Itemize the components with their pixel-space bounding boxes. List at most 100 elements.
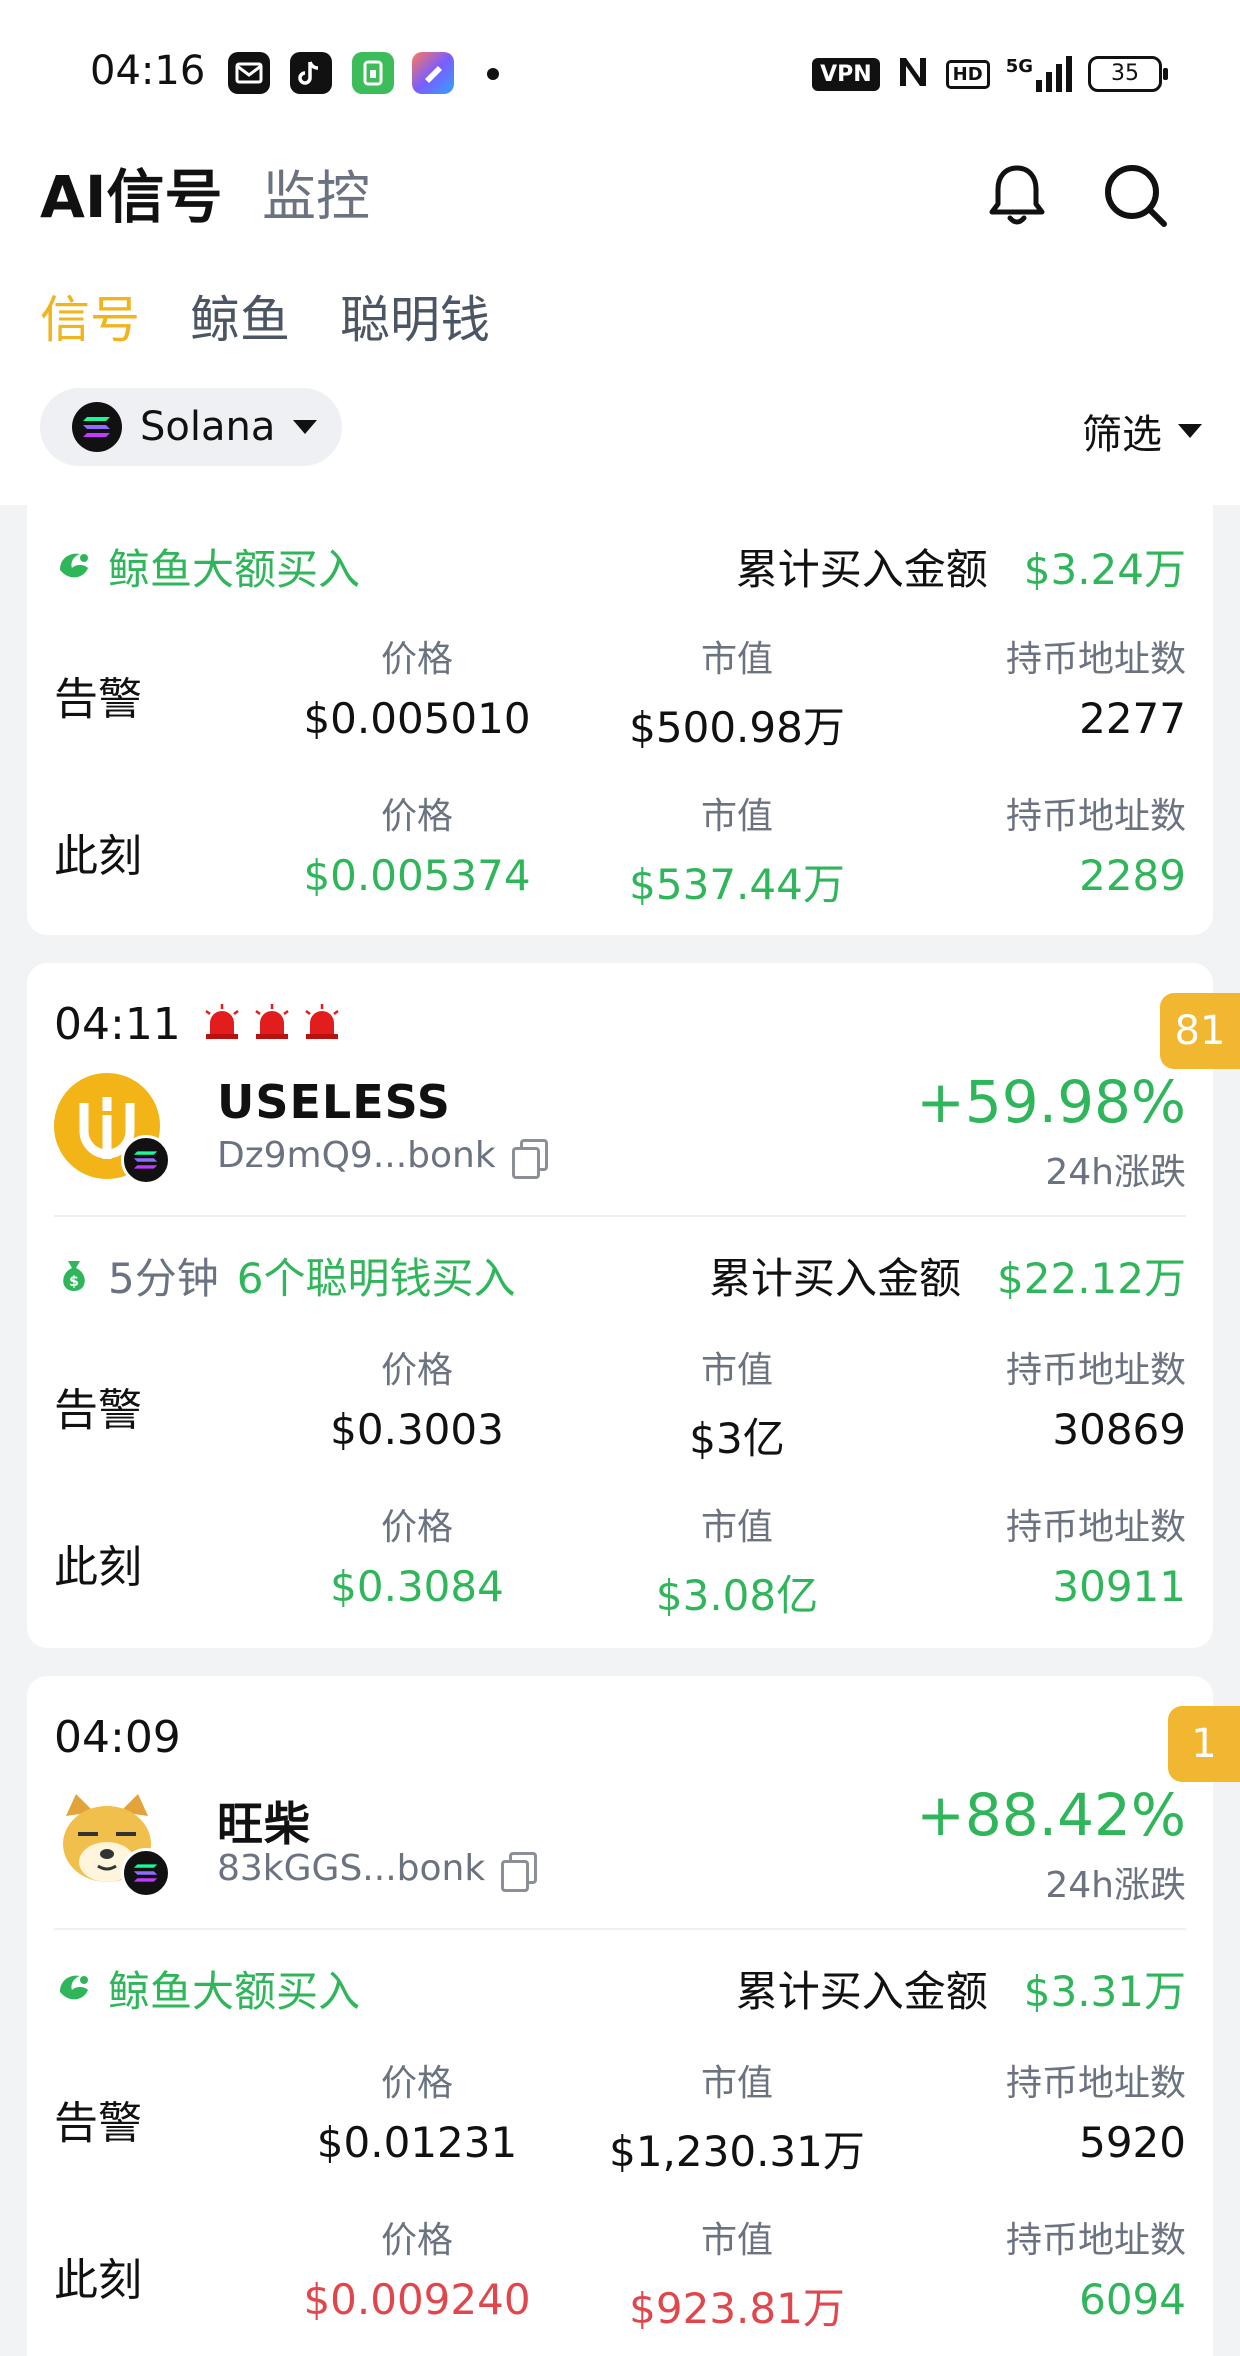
now-metrics: 此刻 价格 $0.005374 市值 $537.44万 持币地址数 2289 xyxy=(27,787,1213,917)
change-label: 24h涨跌 xyxy=(1045,1865,1186,1906)
search-icon[interactable] xyxy=(1100,160,1172,232)
holders-label: 持币地址数 xyxy=(1005,2063,1186,2104)
now-label: 此刻 xyxy=(54,831,142,882)
price-label: 价格 xyxy=(380,2063,453,2104)
holders-label: 持币地址数 xyxy=(1005,1507,1186,1548)
price-label: 价格 xyxy=(380,796,453,837)
price-col: 价格 $0.005010 xyxy=(287,630,547,743)
mcap-label: 市值 xyxy=(700,639,773,680)
holders-col: 持币地址数 2289 xyxy=(926,787,1186,900)
signal-card[interactable]: 04:11 81 USELESS Dz9mQ9...bonk +59.98% 2… xyxy=(27,963,1240,1648)
signal-row: 鲸鱼大额买入 累计买入金额 $3.24万 xyxy=(54,536,1186,596)
total-buy-label: 累计买入金额 xyxy=(735,544,988,594)
signal-time: 04:11 xyxy=(54,999,181,1050)
now-holders: 6094 xyxy=(1079,2275,1186,2324)
alert-metrics: 告警 价格 $0.3003 市值 $3亿 持币地址数 30869 xyxy=(27,1341,1213,1471)
filter-button[interactable]: 筛选 xyxy=(1082,402,1202,460)
token-name[interactable]: 旺柴 xyxy=(217,1788,311,1854)
hd-badge: HD xyxy=(945,59,990,89)
alert-mcap: $500.98万 xyxy=(629,703,845,752)
rank-badge: 81 xyxy=(1160,993,1240,1069)
status-indicators: VPN HD 5G 35 xyxy=(812,54,1168,94)
mcap-col: 市值 $500.98万 xyxy=(607,630,867,755)
mcap-col: 市值 $3亿 xyxy=(607,1341,867,1466)
token-address: 83kGGS...bonk xyxy=(217,1848,538,1892)
divider xyxy=(54,1215,1186,1217)
holders-col: 持币地址数 2277 xyxy=(926,630,1186,743)
alert-metrics: 告警 价格 $0.005010 市值 $500.98万 持币地址数 2277 xyxy=(27,630,1213,760)
now-mcap: $3.08亿 xyxy=(655,1571,819,1620)
tab-whale[interactable]: 鲸鱼 xyxy=(190,280,290,352)
price-label: 价格 xyxy=(380,639,453,680)
status-time: 04:16 xyxy=(90,48,206,94)
alert-holders: 2277 xyxy=(1079,694,1186,743)
siren-icon xyxy=(252,1003,292,1041)
now-price: $0.009240 xyxy=(303,2275,531,2324)
whale-icon xyxy=(54,1968,94,2008)
signal-card[interactable]: 04:09 1 旺柴 83kGGS...bonk +88.42% 24h涨跌 鲸… xyxy=(27,1676,1240,2356)
signal-time: 04:09 xyxy=(54,1712,181,1763)
signal-window: 5分钟 xyxy=(108,1253,219,1303)
signal-row: $ 5分钟 6个聪明钱买入 累计买入金额 $22.12万 xyxy=(54,1245,1186,1305)
now-mcap: $923.81万 xyxy=(629,2284,845,2333)
price-change: +59.98% xyxy=(916,1068,1186,1136)
now-label: 此刻 xyxy=(54,1542,142,1593)
now-metrics: 此刻 价格 $0.3084 市值 $3.08亿 持币地址数 30911 xyxy=(27,1498,1213,1628)
holders-col: 持币地址数 5920 xyxy=(926,2054,1186,2167)
alert-metrics: 告警 价格 $0.01231 市值 $1,230.31万 持币地址数 5920 xyxy=(27,2054,1213,2184)
holders-col: 持币地址数 30869 xyxy=(926,1341,1186,1454)
battery-icon: 35 xyxy=(1088,56,1168,92)
address-text: 83kGGS...bonk xyxy=(217,1848,486,1889)
now-holders: 2289 xyxy=(1079,851,1186,900)
alert-price: $0.005010 xyxy=(303,694,531,743)
copy-icon[interactable] xyxy=(501,1851,538,1892)
price-label: 价格 xyxy=(380,2220,453,2261)
network-label: 5G xyxy=(1005,56,1033,77)
mcap-col: 市值 $3.08亿 xyxy=(607,1498,867,1623)
mail-icon xyxy=(228,52,270,94)
signal-tag: 鲸鱼大额买入 xyxy=(108,544,361,594)
price-change: +88.42% xyxy=(916,1781,1186,1849)
total-buy-value: $3.24万 xyxy=(1023,544,1186,594)
alert-label: 告警 xyxy=(54,1385,142,1436)
vpn-badge: VPN xyxy=(812,57,880,91)
app-header: AI信号 监控 信号 鲸鱼 聪明钱 Solana 筛选 xyxy=(0,130,1240,505)
token-name[interactable]: USELESS xyxy=(217,1075,451,1129)
status-bar: 04:16 VPN HD 5G 35 xyxy=(0,0,1240,130)
alert-label: 告警 xyxy=(54,674,142,725)
signal-card[interactable]: 鲸鱼大额买入 累计买入金额 $3.24万 告警 价格 $0.005010 市值 $5… xyxy=(27,505,1213,935)
tab-signal[interactable]: 信号 xyxy=(40,280,140,352)
signal-tabs: 信号 鲸鱼 聪明钱 xyxy=(40,280,490,352)
now-mcap: $537.44万 xyxy=(629,860,845,909)
price-col: 价格 $0.3084 xyxy=(287,1498,547,1611)
divider xyxy=(54,1928,1186,1930)
alert-holders: 5920 xyxy=(1079,2118,1186,2167)
holders-col: 持币地址数 30911 xyxy=(926,1498,1186,1611)
svg-text:$: $ xyxy=(69,1274,79,1290)
now-label: 此刻 xyxy=(54,2255,142,2306)
price-col: 价格 $0.009240 xyxy=(287,2211,547,2324)
monitor-tab[interactable]: 监控 xyxy=(262,152,370,231)
chevron-down-icon xyxy=(293,420,318,434)
now-metrics: 此刻 价格 $0.009240 市值 $923.81万 持币地址数 6094 xyxy=(27,2211,1213,2341)
whale-icon xyxy=(54,546,94,586)
nfc-icon xyxy=(896,54,930,94)
price-label: 价格 xyxy=(380,1507,453,1548)
price-label: 价格 xyxy=(380,1350,453,1391)
siren-icon xyxy=(202,1003,242,1041)
bell-icon[interactable] xyxy=(985,160,1049,230)
price-col: 价格 $0.01231 xyxy=(287,2054,547,2167)
chain-selector[interactable]: Solana xyxy=(40,388,342,466)
app-icon xyxy=(412,52,454,94)
alert-mcap: $3亿 xyxy=(689,1414,785,1463)
mcap-col: 市值 $537.44万 xyxy=(607,787,867,912)
filter-label: 筛选 xyxy=(1082,412,1162,458)
tab-smart-money[interactable]: 聪明钱 xyxy=(340,280,490,352)
mcap-label: 市值 xyxy=(700,2220,773,2261)
signal-row: 鲸鱼大额买入 累计买入金额 $3.31万 xyxy=(54,1958,1186,2018)
mcap-label: 市值 xyxy=(700,2063,773,2104)
notification-dot xyxy=(487,68,499,80)
money-bag-icon: $ xyxy=(54,1255,94,1295)
copy-icon[interactable] xyxy=(511,1138,548,1179)
solana-icon xyxy=(72,402,122,452)
